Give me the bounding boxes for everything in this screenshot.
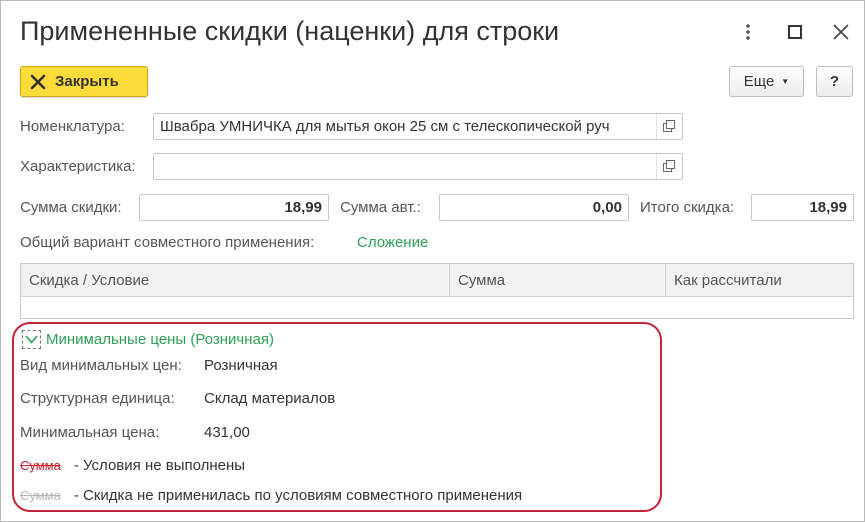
min-price-value: 431,00 — [204, 424, 250, 441]
close-button-label: Закрыть — [55, 73, 119, 90]
min-price-kind-value: Розничная — [204, 357, 278, 374]
open-characteristic-icon[interactable] — [656, 154, 682, 179]
legend-not-met-text: - Условия не выполнены — [73, 457, 246, 474]
open-nomenclature-icon[interactable] — [656, 114, 682, 139]
close-window-icon[interactable] — [829, 20, 853, 44]
maximize-icon[interactable] — [783, 20, 807, 44]
min-price-kind-label: Вид минимальных цен: — [20, 357, 182, 374]
auto-sum-field[interactable]: 0,00 — [439, 194, 629, 221]
highlight-outline — [12, 322, 662, 512]
total-discount-field[interactable]: 18,99 — [751, 194, 854, 221]
close-button[interactable]: Закрыть — [20, 66, 148, 97]
column-header-discount[interactable]: Скидка / Условие — [21, 264, 450, 296]
min-prices-group-toggle[interactable]: Минимальные цены (Розничная) — [22, 330, 274, 349]
legend-strike-red: Сумма — [20, 458, 61, 473]
nomenclature-label: Номенклатура: — [20, 118, 125, 135]
legend-not-applied: Сумма - Скидка не применилась по условия… — [20, 487, 522, 504]
nomenclature-value: Швабра УМНИЧКА для мытья окон 25 см с те… — [160, 118, 610, 135]
dialog-window: Примененные скидки (наценки) для строки … — [0, 0, 865, 522]
window-title: Примененные скидки (наценки) для строки — [20, 16, 560, 46]
nomenclature-field[interactable]: Швабра УМНИЧКА для мытья окон 25 см с те… — [153, 113, 683, 140]
more-actions-icon[interactable] — [736, 20, 760, 44]
min-prices-group-title: Минимальные цены (Розничная) — [46, 331, 274, 348]
legend-not-met: Сумма - Условия не выполнены — [20, 457, 245, 474]
more-button[interactable]: Еще ▼ — [729, 66, 804, 97]
structural-unit-value: Склад материалов — [204, 390, 336, 407]
column-header-sum[interactable]: Сумма — [450, 264, 666, 296]
close-icon — [30, 74, 46, 90]
auto-sum-label: Сумма авт.: — [340, 199, 421, 216]
legend-not-applied-text: - Скидка не применилась по условиям совм… — [73, 487, 523, 504]
structural-unit-label: Структурная единица: — [20, 390, 175, 407]
discount-sum-label: Сумма скидки: — [20, 199, 122, 216]
chevron-down-icon — [22, 330, 41, 349]
table-header: Скидка / Условие Сумма Как рассчитали — [21, 264, 853, 297]
total-discount-label: Итого скидка: — [640, 199, 735, 216]
legend-strike-gray: Сумма — [20, 488, 61, 503]
min-price-label: Минимальная цена: — [20, 424, 160, 441]
characteristic-field[interactable] — [153, 153, 683, 180]
column-header-calculation[interactable]: Как рассчитали — [666, 264, 853, 296]
more-button-label: Еще — [743, 73, 775, 90]
joint-variant-link[interactable]: Сложение — [357, 234, 428, 251]
joint-variant-label: Общий вариант совместного применения: — [20, 234, 315, 251]
characteristic-label: Характеристика: — [20, 158, 136, 175]
discounts-table[interactable]: Скидка / Условие Сумма Как рассчитали — [20, 263, 854, 319]
help-button[interactable]: ? — [816, 66, 853, 97]
caret-down-icon: ▼ — [781, 77, 790, 86]
discount-sum-field[interactable]: 18,99 — [139, 194, 329, 221]
